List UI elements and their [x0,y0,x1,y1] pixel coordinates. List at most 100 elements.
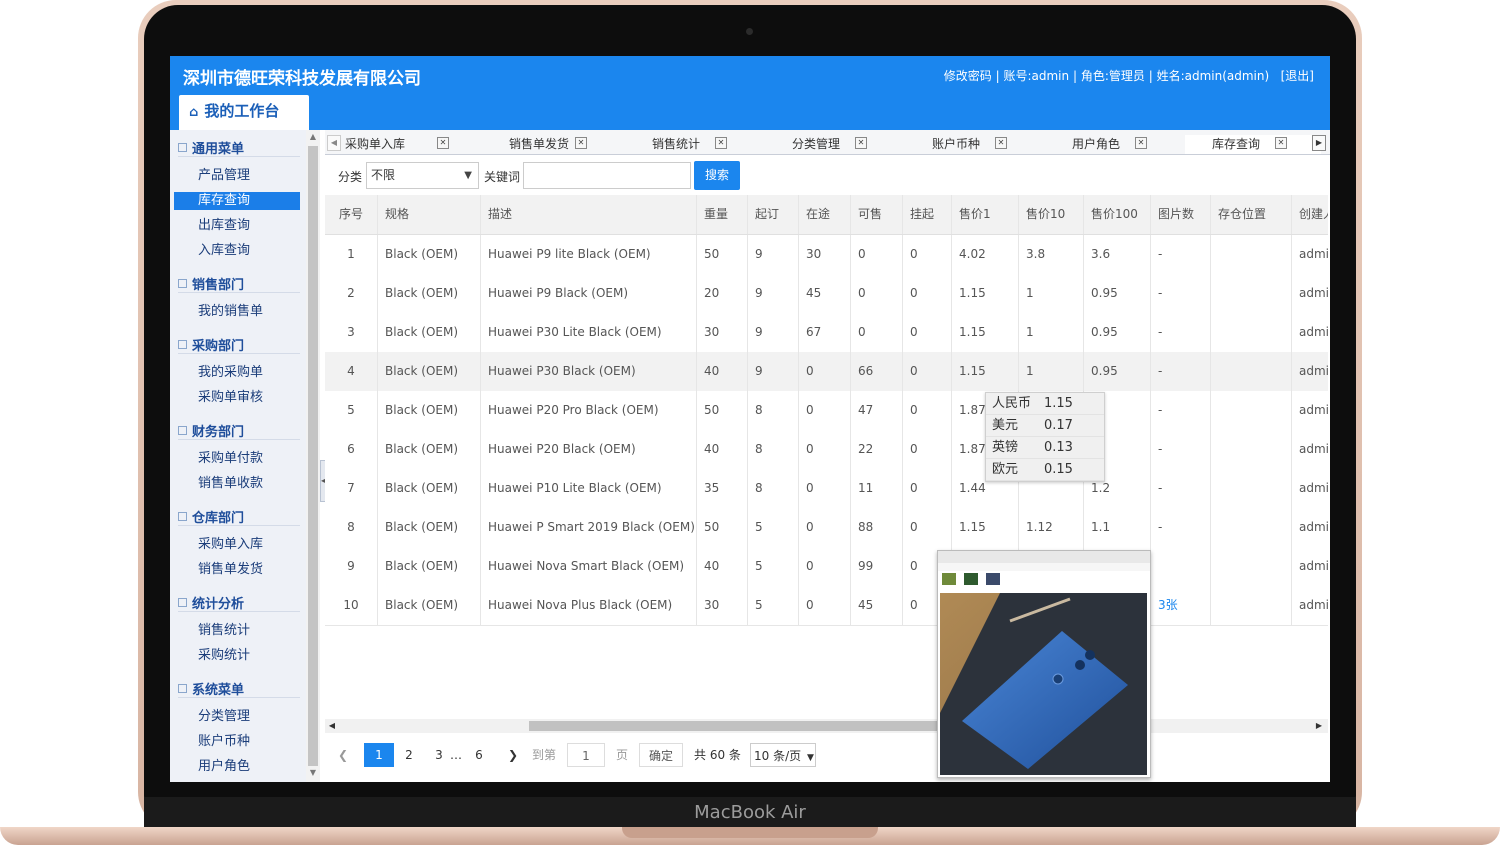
close-tab-icon[interactable]: ✕ [437,137,449,149]
close-tab-icon[interactable]: ✕ [575,137,587,149]
table-row[interactable]: 6 Black (OEM) Huawei P20 Black (OEM) 40 8 0 22… [325,430,1328,470]
scroll-left-icon[interactable]: ◀ [327,719,337,733]
tab[interactable]: 库存查询 ✕ [1185,135,1321,154]
category-select[interactable]: 不限 ▼ [366,162,479,189]
column-header[interactable]: 售价10 [1019,195,1084,234]
goto-page-input[interactable]: 1 [567,743,605,767]
collapse-toggle-icon [178,426,187,435]
sidebar-item[interactable]: 出库查询 [174,217,300,235]
sidebar-item[interactable]: 采购统计 [174,647,300,665]
image-thumbnail[interactable] [942,573,956,585]
page-number-button[interactable]: 1 [364,743,394,767]
search-button[interactable]: 搜索 [694,161,740,190]
tab[interactable]: 分类管理 ✕ [765,135,901,154]
table-row[interactable]: 5 Black (OEM) Huawei P20 Pro Black (OEM) 50… [325,391,1328,431]
scroll-right-icon[interactable]: ▶ [1314,719,1324,733]
page-number-button[interactable]: 2 [394,743,424,767]
table-row[interactable]: 9 Black (OEM) Huawei Nova Smart Black (OEM… [325,547,1328,587]
column-header[interactable]: 售价100 [1084,195,1151,234]
sidebar-item[interactable]: 我的销售单 [174,303,300,321]
tab[interactable]: 用户角色 ✕ [1045,135,1181,154]
table-row[interactable]: 10 Black (OEM) Huawei Nova Plus Black (OEM… [325,586,1328,626]
sidebar-section-title[interactable]: 统计分析 [178,593,244,612]
table-row[interactable]: 1 Black (OEM) Huawei P9 lite Black (OEM) 50… [325,235,1328,275]
sidebar-item[interactable]: 产品管理 [174,167,300,185]
tab-scroll-right-icon[interactable]: ▶ [1312,135,1326,151]
sidebar-item[interactable]: 入库查询 [174,242,300,260]
close-tab-icon[interactable]: ✕ [855,137,867,149]
table-row[interactable]: 4 Black (OEM) Huawei P30 Black (OEM) 40 9 0 66… [325,352,1328,392]
table-cell: 0.95 [1084,274,1151,313]
image-thumbnail[interactable] [986,573,1000,585]
page-size-select[interactable]: 10 条/页 ▼ [750,743,816,767]
column-header[interactable]: 规格 [378,195,481,234]
table-cell: 6 [325,430,378,469]
sidebar-item[interactable]: 我的采购单 [174,364,300,382]
tab-scroll-left-icon[interactable]: ◀ [327,135,341,151]
table-row[interactable]: 3 Black (OEM) Huawei P30 Lite Black (OEM) 3… [325,313,1328,353]
sidebar-item[interactable]: 分类管理 [174,708,300,726]
tab[interactable]: 账户币种 ✕ [905,135,1041,154]
close-tab-icon[interactable]: ✕ [1275,137,1287,149]
table-hscroll-thumb[interactable] [529,721,939,731]
column-header[interactable]: 起订 [748,195,799,234]
sidebar-item[interactable]: 采购单入库 [174,536,300,554]
logout-link[interactable]: [退出] [1281,69,1314,83]
sidebar-divider [178,611,300,612]
image-thumbnail[interactable] [964,573,978,585]
sidebar-item[interactable]: 销售单收款 [174,475,300,493]
column-header[interactable]: 创建人 [1292,195,1328,234]
tab[interactable]: 销售统计 ✕ [625,135,761,154]
sidebar-item[interactable]: 采购单审核 [174,389,300,407]
table-cell: 5 [748,547,799,586]
currency-row: 人民币 1.15 [986,393,1104,415]
sidebar-section-title[interactable]: 销售部门 [178,274,244,293]
sidebar-item[interactable]: 采购单付款 [174,450,300,468]
column-header[interactable]: 序号 [325,195,378,234]
scroll-down-icon[interactable]: ▼ [308,768,318,777]
keyword-input[interactable] [523,162,691,189]
close-tab-icon[interactable]: ✕ [715,137,727,149]
collapse-toggle-icon [178,598,187,607]
sidebar-section-title[interactable]: 财务部门 [178,421,244,440]
sidebar-item[interactable]: 库存查询 [174,192,300,210]
table-cell: 47 [851,391,903,430]
change-password-link[interactable]: 修改密码 [944,69,992,83]
sidebar-item[interactable]: 销售单发货 [174,561,300,579]
column-header[interactable]: 图片数 [1151,195,1211,234]
sidebar-item[interactable]: 销售统计 [174,622,300,640]
tab[interactable]: 销售单发货 ✕ [485,135,621,154]
sidebar-section-title[interactable]: 采购部门 [178,335,244,354]
sidebar-item[interactable]: 账户币种 [174,733,300,751]
scroll-up-icon[interactable]: ▲ [308,132,318,141]
sidebar-section-title[interactable]: 仓库部门 [178,507,244,526]
close-tab-icon[interactable]: ✕ [1135,137,1147,149]
column-header[interactable]: 挂起 [903,195,952,234]
column-header[interactable]: 在途 [799,195,851,234]
prev-page-icon[interactable]: ❮ [338,743,348,767]
workbench-tab[interactable]: ⌂ 我的工作台 [179,95,309,130]
table-cell: 0 [851,235,903,274]
goto-confirm-button[interactable]: 确定 [639,743,683,767]
column-header[interactable]: 描述 [481,195,697,234]
page-size-value: 10 条/页 [754,749,802,763]
sidebar-section-title[interactable]: 系统菜单 [178,679,244,698]
sidebar-scroll-thumb[interactable] [308,146,318,766]
table-row[interactable]: 7 Black (OEM) Huawei P10 Lite Black (OEM) 3… [325,469,1328,509]
sidebar-section-title[interactable]: 通用菜单 [178,138,244,157]
table-cell: 5 [325,391,378,430]
sidebar-item[interactable]: 用户角色 [174,758,300,776]
table-row[interactable]: 2 Black (OEM) Huawei P9 Black (OEM) 20 9 45 0 0… [325,274,1328,314]
close-tab-icon[interactable]: ✕ [995,137,1007,149]
table-cell[interactable]: 3张 [1151,586,1211,625]
next-page-icon[interactable]: ❯ [508,743,518,767]
tab[interactable]: 采购单入库 ✕ [345,135,481,154]
table-cell: 35 [697,469,748,508]
table-row[interactable]: 8 Black (OEM) Huawei P Smart 2019 Black (O… [325,508,1328,548]
column-header[interactable]: 存仓位置 [1211,195,1292,234]
page-number-button[interactable]: 6 [464,743,494,767]
column-header[interactable]: 重量 [697,195,748,234]
column-header[interactable]: 售价1 [952,195,1019,234]
collapse-toggle-icon [178,143,187,152]
column-header[interactable]: 可售 [851,195,903,234]
